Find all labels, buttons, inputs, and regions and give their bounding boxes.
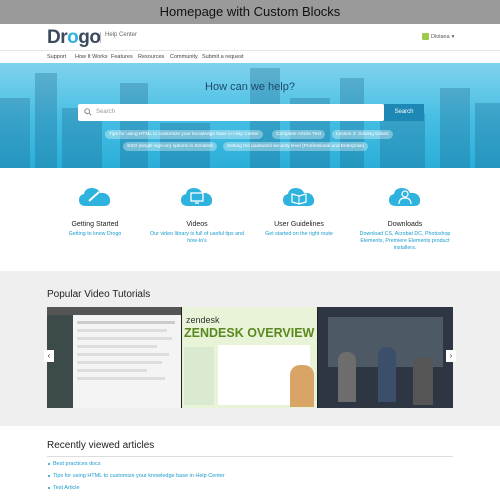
logo-divider [100, 32, 101, 43]
app-row [77, 377, 165, 380]
character-figure [290, 365, 314, 407]
logo-text-start: Dr [47, 27, 68, 48]
recent-section-title: Recently viewed articles [47, 440, 155, 451]
recent-article-link[interactable]: Tips for using HTML to customize your kn… [48, 473, 225, 479]
avatar [422, 33, 429, 40]
app-titlebar [47, 307, 181, 315]
feature-title: Videos [186, 221, 208, 228]
video-section-title: Popular Video Tutorials [47, 289, 151, 300]
feature-desc: Download CS, Acrobat DC, Photoshop Eleme… [359, 231, 451, 251]
person-cloud-icon [389, 188, 421, 206]
user-name: Diolana [431, 33, 450, 40]
recent-article-link[interactable]: Test Article [48, 485, 80, 491]
feature-videos[interactable]: Videos Our video library is full of usef… [147, 186, 247, 245]
feature-downloads[interactable]: Downloads Download CS, Acrobat DC, Photo… [355, 186, 455, 252]
hero-title: How can we help? [205, 81, 295, 93]
app-row [77, 321, 175, 324]
nav-how-it-works[interactable]: How It Works [75, 54, 108, 60]
search-placeholder: Search [96, 109, 116, 115]
monitor-cloud-icon [181, 188, 213, 206]
nav-features[interactable]: Features [111, 54, 133, 60]
feature-desc: Our video library is full of useful tips… [150, 231, 244, 244]
logo-text-end: go [78, 27, 101, 48]
logo-text-o: o [67, 27, 79, 48]
person-figure [378, 347, 396, 402]
feature-title: User Guidelines [274, 221, 324, 228]
carousel-next-button[interactable]: › [446, 350, 456, 362]
feature-blocks: Getting Started Getting to know Drogo Vi… [0, 168, 500, 271]
app-row [77, 329, 167, 332]
person-figure [338, 352, 356, 402]
main-nav: Support How It Works Features Resources … [0, 50, 500, 63]
site-header: Drogo Help Center Diolana ▾ [0, 24, 500, 50]
video-slide-3[interactable] [318, 307, 453, 408]
app-panel [184, 347, 214, 405]
video-heading: ZENDESK OVERVIEW [184, 326, 315, 340]
app-row [77, 353, 169, 356]
person-figure [413, 357, 433, 405]
video-slide-2[interactable]: zendesk ZENDESK OVERVIEW [182, 307, 317, 408]
chevron-down-icon: ▾ [451, 33, 455, 40]
search-button[interactable]: Search [384, 104, 424, 121]
divider [47, 456, 453, 457]
app-row [77, 345, 157, 348]
nav-community[interactable]: Community [170, 54, 198, 60]
search-input[interactable]: Search [78, 104, 384, 121]
building-shape [120, 83, 148, 168]
nav-resources[interactable]: Resources [138, 54, 164, 60]
hero-section: How can we help? Search Search Tips for … [0, 63, 500, 168]
building-shape [0, 98, 30, 168]
popular-search-pill[interactable]: SSO (single sign-on) options in Zendesk [123, 142, 217, 151]
logo-subtitle: Help Center [105, 32, 138, 38]
feature-user-guidelines[interactable]: User Guidelines Get started on the right… [249, 186, 349, 238]
page: Homepage with Custom Blocks Drogo Help C… [0, 0, 500, 500]
app-row [77, 337, 172, 340]
nav-submit-request[interactable]: Submit a request [202, 54, 244, 60]
pencil-cloud-icon [79, 188, 111, 206]
building-shape [475, 103, 500, 168]
search-icon [84, 108, 92, 116]
feature-title: Getting Started [71, 221, 119, 228]
video-brand: zendesk [186, 315, 220, 325]
caption-banner: Homepage with Custom Blocks [0, 0, 500, 24]
user-menu[interactable]: Diolana ▾ [422, 33, 454, 40]
logo[interactable]: Drogo [47, 27, 101, 49]
video-carousel[interactable]: zendesk ZENDESK OVERVIEW [47, 307, 453, 408]
feature-title: Downloads [387, 221, 423, 228]
app-row [77, 369, 147, 372]
book-cloud-icon [283, 188, 315, 206]
feature-getting-started[interactable]: Getting Started Getting to know Drogo [45, 186, 145, 238]
feature-desc: Get started on the right route [265, 231, 333, 237]
building-shape [440, 88, 470, 168]
popular-search-pill[interactable]: Lesson 3: Solving tickets [332, 130, 393, 139]
video-slide-1[interactable] [47, 307, 181, 408]
popular-search-pill[interactable]: Setting the password security level (Pro… [223, 142, 369, 151]
popular-search-pill[interactable]: Complete Article Test [272, 130, 325, 139]
recent-article-link[interactable]: Best practices docs [48, 461, 101, 467]
carousel-prev-button[interactable]: ‹ [44, 350, 54, 362]
feature-desc: Getting to know Drogo [68, 231, 122, 237]
popular-search-pill[interactable]: Tips for using HTML to customize your kn… [105, 130, 263, 139]
building-shape [380, 113, 425, 168]
nav-support[interactable]: Support [47, 54, 66, 60]
app-row [77, 361, 162, 364]
